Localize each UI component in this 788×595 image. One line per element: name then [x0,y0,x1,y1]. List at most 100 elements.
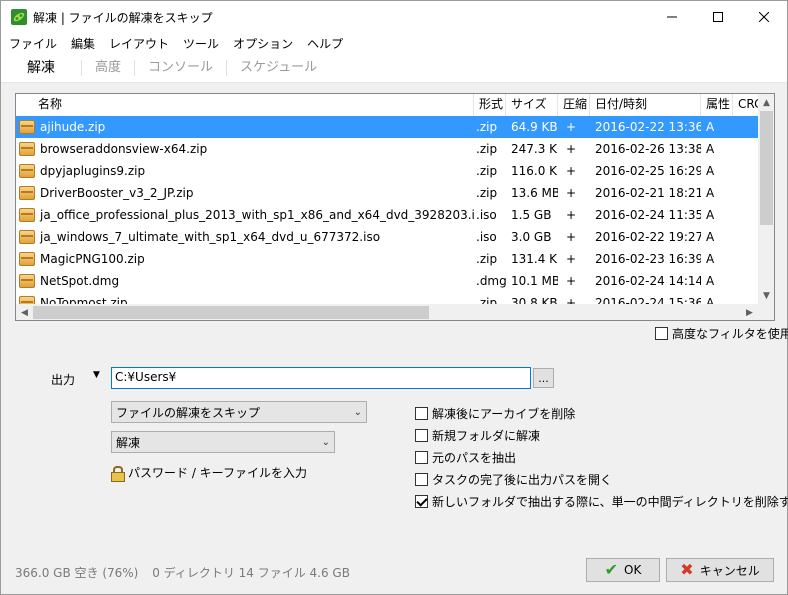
list-header: 名称 形式 サイズ 圧縮 日付/時刻 属性 CRC [16,94,758,116]
checkmark-icon: ✔ [604,560,619,579]
table-row[interactable]: ajihude.zip .zip 64.9 KB + 2016-02-22 13… [16,116,758,138]
tab-advanced[interactable]: 高度 [82,59,136,76]
ok-button[interactable]: ✔ OK [586,558,660,582]
file-attr: A [706,230,715,244]
scroll-left-icon[interactable]: ◀ [16,304,33,320]
vertical-scroll-thumb[interactable] [760,111,773,225]
file-name: ja_windows_7_ultimate_with_sp1_x64_dvd_u… [40,230,381,244]
file-type: .zip [476,186,498,200]
advanced-filter-option[interactable]: 高度なフィルタを使用 [655,325,788,342]
file-name: MagicPNG100.zip [40,252,145,266]
file-attr: A [706,252,715,266]
table-row[interactable]: browseraddonsview-x64.zip .zip 247.3 KB … [16,138,758,160]
output-path-input[interactable]: C:¥Users¥ [111,367,531,389]
menu-edit[interactable]: 編集 [64,35,102,52]
chevron-down-icon: ⌄ [353,406,362,418]
menu-bar: ファイル 編集 レイアウト ツール オプション ヘルプ [1,33,787,53]
menu-layout[interactable]: レイアウト [102,35,176,52]
file-compressed: + [566,142,577,156]
horizontal-scroll-thumb[interactable] [33,306,429,319]
file-name: browseraddonsview-x64.zip [40,142,208,156]
archive-icon [19,252,35,266]
scroll-right-icon[interactable]: ▶ [741,304,758,320]
scroll-up-icon[interactable]: ▲ [758,94,774,111]
menu-help[interactable]: ヘルプ [300,35,350,52]
file-attr: A [706,208,715,222]
file-compressed: + [566,208,577,222]
output-dropdown-icon[interactable]: ▼ [93,370,100,380]
option-original-path[interactable]: 元のパスを抽出 [415,449,516,466]
file-compressed: + [566,164,577,178]
file-compressed: + [566,252,577,266]
option-checkbox[interactable] [415,407,428,420]
file-date: 2016-02-22 19:27:02 [595,230,701,244]
table-row[interactable]: NetSpot.dmg .dmg 10.1 MB + 2016-02-24 14… [16,270,758,292]
column-header-compressed[interactable]: 圧縮 [558,94,590,116]
tab-bar: 解凍 高度 コンソール スケジュール [1,53,787,83]
tab-schedule[interactable]: スケジュール [227,60,330,76]
option-label: 新しいフォルダで抽出する際に、単一の中間ディレクトリを削除する [432,495,788,509]
scroll-down-icon[interactable]: ▼ [758,287,774,304]
file-size: 131.4 KB [511,252,558,266]
cancel-button[interactable]: ✖ キャンセル [666,558,774,582]
archive-icon [19,120,35,134]
advanced-filter-checkbox[interactable] [655,327,668,340]
file-date: 2016-02-22 13:36:36 [595,120,701,134]
archive-icon [19,230,35,244]
tab-console[interactable]: コンソール [135,59,228,76]
column-header-type[interactable]: 形式 [474,94,506,116]
file-size: 247.3 KB [511,142,558,156]
file-date: 2016-02-26 13:38:34 [595,142,701,156]
vertical-scrollbar[interactable]: ▲ ▼ [758,94,774,304]
file-size: 1.5 GB [511,208,552,222]
status-bar: 366.0 GB 空き (76%) 0 ディレクトリ 14 ファイル 4.6 G… [15,564,360,581]
overwrite-mode-select[interactable]: ファイルの解凍をスキップ ⌄ [111,401,367,423]
file-list: 名称 形式 サイズ 圧縮 日付/時刻 属性 CRC ajihude.zip .z… [15,93,775,321]
action-select[interactable]: 解凍 ⌄ [111,431,335,453]
option-delete-archive[interactable]: 解凍後にアーカイブを削除 [415,405,575,422]
cancel-x-icon: ✖ [680,560,694,579]
menu-tools[interactable]: ツール [176,35,226,52]
table-row[interactable]: ja_windows_7_ultimate_with_sp1_x64_dvd_u… [16,226,758,248]
maximize-icon [713,12,723,22]
minimize-icon [667,16,677,18]
option-checkbox[interactable] [415,473,428,486]
overwrite-mode-value: ファイルの解凍をスキップ [116,405,261,420]
browse-button[interactable]: ... [533,368,554,388]
column-header-attributes[interactable]: 属性 [701,94,733,116]
tab-extract[interactable]: 解凍 [1,59,82,76]
menu-file[interactable]: ファイル [1,35,64,52]
minimize-button[interactable] [649,1,695,33]
table-row[interactable]: ja_office_professional_plus_2013_with_sp… [16,204,758,226]
maximize-button[interactable] [695,1,741,33]
column-header-size[interactable]: サイズ [506,94,558,116]
option-checkbox[interactable] [415,495,428,508]
close-button[interactable] [741,1,787,33]
file-compressed: + [566,274,577,288]
option-remove-intermediate-dir[interactable]: 新しいフォルダで抽出する際に、単一の中間ディレクトリを削除する [415,493,788,510]
option-open-output[interactable]: タスクの完了後に出力パスを開く [415,471,612,488]
archive-summary-text: 0 ディレクトリ 14 ファイル 4.6 GB [152,566,350,580]
archive-icon [19,186,35,200]
column-header-date[interactable]: 日付/時刻 [590,94,701,116]
file-size: 13.6 MB [511,186,558,200]
ok-label: OK [624,563,642,577]
file-name: DriverBooster_v3_2_JP.zip [40,186,194,200]
table-row[interactable]: dpyjaplugins9.zip .zip 116.0 KB + 2016-0… [16,160,758,182]
archive-icon [19,274,35,288]
option-checkbox[interactable] [415,429,428,442]
option-checkbox[interactable] [415,451,428,464]
file-date: 2016-02-24 11:35:46 [595,208,701,222]
table-row[interactable]: DriverBooster_v3_2_JP.zip .zip 13.6 MB +… [16,182,758,204]
horizontal-scrollbar[interactable]: ◀ ▶ [16,304,758,320]
menu-options[interactable]: オプション [226,35,300,52]
chevron-down-icon: ⌄ [321,436,330,448]
password-link[interactable]: パスワード / キーファイルを入力 [111,464,307,482]
file-date: 2016-02-21 18:21:34 [595,186,701,200]
output-label: 出力 [51,373,76,387]
option-new-folder[interactable]: 新規フォルダに解凍 [415,427,540,444]
column-header-name[interactable]: 名称 [16,94,474,116]
column-header-crc[interactable]: CRC [733,94,758,116]
option-label: 新規フォルダに解凍 [432,429,541,443]
table-row[interactable]: MagicPNG100.zip .zip 131.4 KB + 2016-02-… [16,248,758,270]
